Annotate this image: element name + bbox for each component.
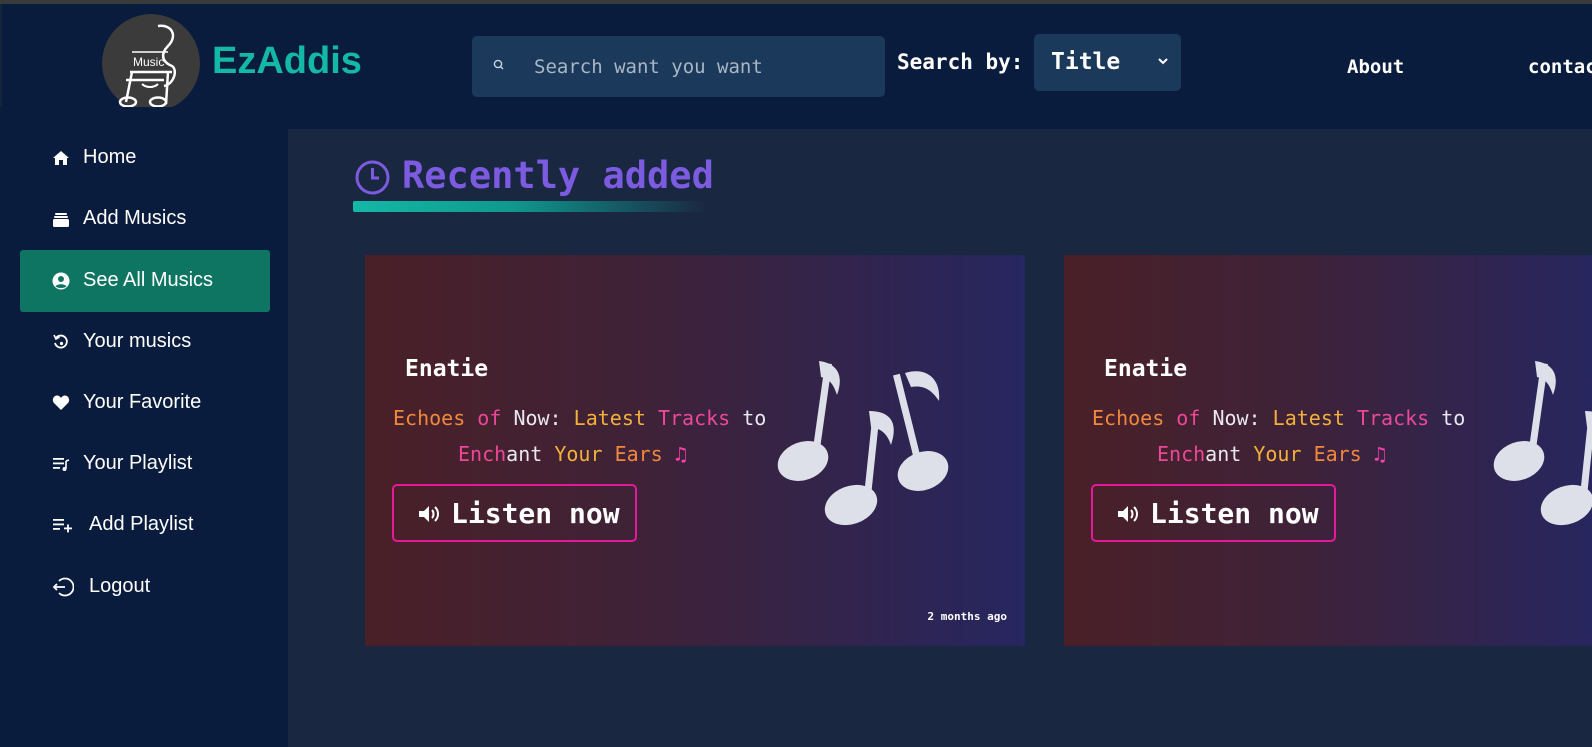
music-notes-icon bbox=[777, 361, 949, 526]
listen-now-label: Listen now bbox=[1150, 497, 1319, 530]
sidebar-item-your-musics[interactable]: Your musics bbox=[20, 311, 270, 373]
speaker-icon bbox=[1118, 506, 1138, 522]
logout-icon bbox=[52, 577, 74, 597]
listen-now-button[interactable]: Listen now bbox=[392, 484, 637, 542]
music-notes-icon bbox=[1493, 361, 1592, 526]
sidebar-item-label: Home bbox=[83, 146, 137, 168]
sidebar-item-see-all-musics[interactable]: See All Musics bbox=[20, 250, 270, 312]
search-by-select[interactable]: Title bbox=[1034, 34, 1181, 91]
nav-about-link[interactable]: About bbox=[1347, 56, 1404, 78]
sidebar-item-your-playlist[interactable]: Your Playlist bbox=[20, 433, 270, 495]
sidebar-item-label: Add Playlist bbox=[89, 513, 194, 535]
search-icon[interactable] bbox=[492, 58, 506, 72]
brand-name[interactable]: EzAddis bbox=[212, 40, 362, 83]
search-by-value: Title bbox=[1051, 49, 1121, 75]
card-title: Enatie bbox=[405, 356, 489, 382]
sidebar-item-your-favorite[interactable]: Your Favorite bbox=[20, 372, 270, 434]
logo-circle: Music bbox=[102, 14, 200, 107]
sidebar-item-label: Your musics bbox=[83, 330, 192, 352]
sidebar-item-label: Your Playlist bbox=[83, 452, 193, 474]
card-timestamp: 2 months ago bbox=[927, 610, 1007, 623]
sidebar-item-label: See All Musics bbox=[83, 269, 214, 291]
section-title: Recently added bbox=[402, 154, 714, 197]
sidebar-item-home[interactable]: Home bbox=[20, 127, 270, 189]
playlist-add-icon bbox=[53, 519, 72, 533]
home-icon bbox=[53, 151, 69, 165]
listen-now-label: Listen now bbox=[451, 497, 620, 530]
search-bar[interactable] bbox=[472, 36, 885, 97]
sidebar-item-add-playlist[interactable]: Add Playlist bbox=[20, 494, 270, 556]
album-stack-icon bbox=[53, 213, 69, 227]
card-tagline-line1: Echoes of Now: Latest Tracks to bbox=[393, 406, 767, 430]
clock-icon bbox=[355, 160, 390, 195]
section-title-underline bbox=[353, 201, 707, 212]
card-tagline-line1: Echoes of Now: Latest Tracks to bbox=[1092, 406, 1466, 430]
music-logo-icon: Music bbox=[118, 24, 176, 107]
sidebar-item-label: Add Musics bbox=[83, 207, 187, 229]
sidebar-item-logout[interactable]: Logout bbox=[20, 556, 270, 618]
search-by-label: Search by: bbox=[897, 50, 1024, 74]
user-circle-icon bbox=[52, 272, 70, 290]
sidebar-item-add-musics[interactable]: Add Musics bbox=[20, 188, 270, 250]
logo-text: Music bbox=[133, 55, 164, 69]
music-note-icon: ♫ bbox=[674, 442, 687, 466]
card-tagline-line2: Enchant Your Ears ♫ bbox=[1157, 442, 1386, 466]
search-input[interactable] bbox=[534, 36, 874, 97]
heart-icon bbox=[52, 395, 70, 410]
speaker-icon bbox=[419, 506, 439, 522]
music-card[interactable]: Enatie Echoes of Now: Latest Tracks to E… bbox=[365, 255, 1025, 646]
logo[interactable]: Music bbox=[102, 14, 200, 107]
playlist-icon bbox=[53, 458, 70, 471]
music-card[interactable]: Enatie Echoes of Now: Latest Tracks to E… bbox=[1064, 255, 1592, 646]
listen-now-button[interactable]: Listen now bbox=[1091, 484, 1336, 542]
chevron-down-icon bbox=[1158, 58, 1168, 65]
header-edge bbox=[0, 4, 2, 107]
card-title: Enatie bbox=[1104, 356, 1188, 382]
sidebar-item-label: Logout bbox=[89, 575, 151, 597]
sidebar-item-label: Your Favorite bbox=[83, 391, 202, 413]
history-icon bbox=[53, 334, 68, 349]
sidebar: Home Add Musics See All Musics Your musi… bbox=[0, 107, 288, 747]
music-note-icon: ♫ bbox=[1373, 442, 1386, 466]
nav-contact-link[interactable]: contac bbox=[1528, 56, 1592, 78]
card-tagline-line2: Enchant Your Ears ♫ bbox=[458, 442, 687, 466]
